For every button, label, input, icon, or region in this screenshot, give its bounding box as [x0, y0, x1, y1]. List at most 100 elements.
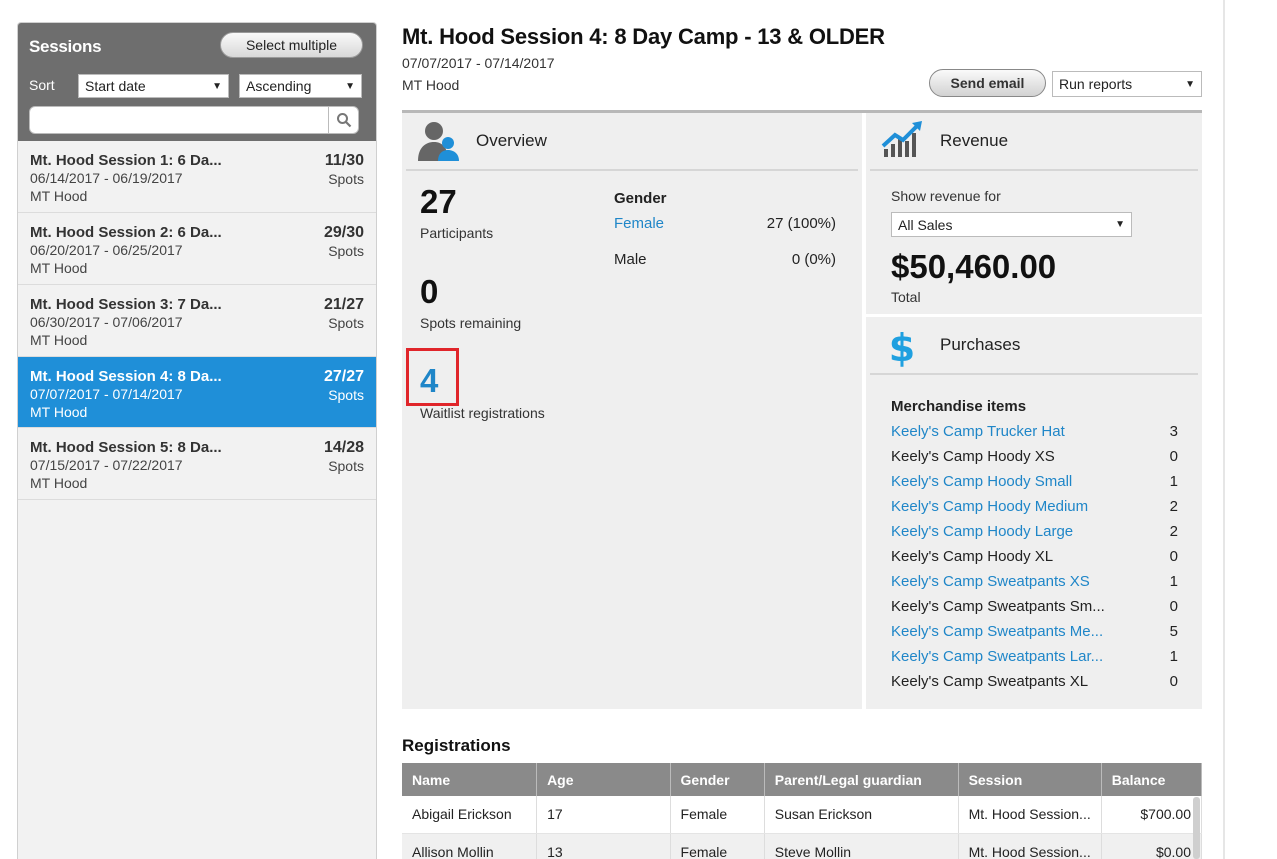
session-location: MT Hood: [30, 260, 88, 276]
merchandise-item-qty: 1: [1169, 648, 1178, 665]
waitlist-count-link[interactable]: 4: [420, 362, 438, 400]
sidebar-title: Sessions: [29, 37, 102, 56]
merchandise-row: Keely's Camp Hoody Large 2: [891, 521, 1179, 546]
run-reports-value: Run reports: [1059, 76, 1133, 92]
session-item[interactable]: Mt. Hood Session 5: 8 Da... 07/15/2017 -…: [18, 428, 376, 500]
merchandise-item-link[interactable]: Keely's Camp Hoody Medium: [891, 496, 1088, 521]
session-item-selected[interactable]: Mt. Hood Session 4: 8 Da... 07/07/2017 -…: [18, 357, 376, 428]
session-location: MT Hood: [30, 404, 88, 420]
female-link[interactable]: Female: [614, 215, 664, 232]
gender-title: Gender: [614, 190, 667, 207]
merchandise-item-qty: 0: [1169, 673, 1178, 690]
merchandise-row: Keely's Camp Hoody Small 1: [891, 471, 1179, 496]
session-location: MT Hood: [402, 77, 460, 93]
column-header-gender[interactable]: Gender: [670, 763, 765, 796]
session-count: 21/27: [323, 296, 364, 313]
merchandise-row: Keely's Camp Hoody XS 0: [891, 446, 1179, 471]
session-dates: 07/07/2017 - 07/14/2017: [30, 386, 183, 402]
session-dates: 06/30/2017 - 07/06/2017: [30, 314, 183, 330]
table-row: Allison Mollin 13 Female Steve Mollin Mt…: [402, 833, 1203, 859]
run-reports-select[interactable]: Run reports ▼: [1052, 71, 1202, 97]
page-title: Mt. Hood Session 4: 8 Day Camp - 13 & OL…: [402, 24, 885, 49]
session-dates: 07/15/2017 - 07/22/2017: [30, 457, 183, 473]
guardian-name-link[interactable]: Steve Mollin: [764, 833, 959, 859]
registrant-name-link[interactable]: Abigail Erickson: [402, 796, 538, 834]
sort-label: Sort: [29, 77, 55, 93]
merchandise-item-link[interactable]: Keely's Camp Hoody Small: [891, 471, 1072, 496]
send-email-button[interactable]: Send email: [929, 69, 1046, 97]
column-header-age[interactable]: Age: [536, 763, 671, 796]
sessions-sidebar: Sessions Select multiple Sort Start date…: [17, 22, 377, 859]
session-item[interactable]: Mt. Hood Session 1: 6 Da... 06/14/2017 -…: [18, 141, 376, 213]
session-name: Mt. Hood Session 5: 8 Da...: [30, 439, 222, 456]
session-name: Mt. Hood Session 1: 6 Da...: [30, 152, 222, 169]
column-header-name[interactable]: Name: [402, 763, 538, 796]
registrant-age: 17: [536, 796, 671, 834]
waitlist-label: Waitlist registrations: [420, 405, 545, 421]
registrant-session: Mt. Hood Session...: [958, 833, 1102, 859]
column-header-guardian[interactable]: Parent/Legal guardian: [764, 763, 959, 796]
registrant-name-link[interactable]: Allison Mollin: [402, 833, 538, 859]
session-search-input[interactable]: [29, 106, 359, 134]
registrations-table: Name Age Gender Parent/Legal guardian Se…: [402, 763, 1203, 859]
sort-by-value: Start date: [85, 78, 146, 94]
merchandise-item-qty: 1: [1169, 473, 1178, 490]
merchandise-item-qty: 1: [1169, 573, 1178, 590]
gender-row-male: Male 0 (0%): [614, 251, 836, 268]
overview-header: Overview: [406, 113, 858, 171]
guardian-name-link[interactable]: Susan Erickson: [764, 796, 959, 834]
purchases-title: Purchases: [940, 335, 1021, 354]
spots-remaining-count: 0: [420, 273, 439, 310]
merchandise-row: Keely's Camp Sweatpants Me... 5: [891, 621, 1179, 646]
merchandise-item-name: Keely's Camp Hoody XS: [891, 448, 1055, 465]
purchases-header: $ Purchases: [870, 317, 1198, 375]
session-name: Mt. Hood Session 2: 6 Da...: [30, 224, 222, 241]
sort-order-value: Ascending: [246, 78, 312, 94]
session-location: MT Hood: [30, 475, 88, 491]
session-location: MT Hood: [30, 332, 88, 348]
male-value: 0 (0%): [791, 251, 836, 268]
merchandise-item-qty: 0: [1169, 448, 1178, 465]
table-scrollbar[interactable]: [1193, 797, 1200, 859]
merchandise-item-name: Keely's Camp Sweatpants XL: [891, 673, 1089, 690]
merchandise-item-name: Keely's Camp Hoody XL: [891, 548, 1054, 565]
dropdown-arrow-icon: ▼: [1185, 78, 1195, 90]
select-multiple-button[interactable]: Select multiple: [220, 32, 363, 58]
session-item[interactable]: Mt. Hood Session 2: 6 Da... 06/20/2017 -…: [18, 213, 376, 285]
merchandise-item-link[interactable]: Keely's Camp Sweatpants XS: [891, 571, 1090, 596]
page-edge-divider: [1223, 0, 1225, 859]
column-header-session[interactable]: Session: [958, 763, 1102, 796]
registrant-balance: $0.00: [1101, 833, 1203, 859]
merchandise-item-link[interactable]: Keely's Camp Sweatpants Me...: [891, 621, 1103, 646]
registrant-gender: Female: [670, 833, 765, 859]
session-name: Mt. Hood Session 4: 8 Da...: [30, 368, 222, 385]
svg-text:$: $: [889, 326, 915, 367]
overview-title: Overview: [476, 131, 547, 150]
merchandise-item-link[interactable]: Keely's Camp Sweatpants Lar...: [891, 646, 1103, 671]
revenue-filter-select[interactable]: All Sales ▼: [891, 212, 1132, 237]
participants-label: Participants: [420, 225, 494, 241]
dropdown-arrow-icon: ▼: [1115, 219, 1125, 230]
merchandise-item-link[interactable]: Keely's Camp Trucker Hat: [891, 421, 1065, 446]
merchandise-row: Keely's Camp Hoody Medium 2: [891, 496, 1179, 521]
sort-by-select[interactable]: Start date ▼: [78, 74, 229, 98]
search-icon: [336, 113, 351, 128]
merchandise-item-qty: 0: [1169, 548, 1178, 565]
merchandise-row: Keely's Camp Hoody XL 0: [891, 546, 1179, 571]
merchandise-row: Keely's Camp Sweatpants XL 0: [891, 671, 1179, 696]
session-dates: 06/20/2017 - 06/25/2017: [30, 242, 183, 258]
session-item[interactable]: Mt. Hood Session 3: 7 Da... 06/30/2017 -…: [18, 285, 376, 357]
users-icon: [418, 122, 459, 161]
revenue-title: Revenue: [940, 131, 1009, 150]
session-count: 11/30: [324, 152, 364, 169]
search-button[interactable]: [328, 107, 358, 133]
session-location: MT Hood: [30, 188, 88, 204]
session-count: 14/28: [323, 439, 364, 456]
dropdown-arrow-icon: ▼: [212, 80, 222, 92]
merchandise-item-link[interactable]: Keely's Camp Hoody Large: [891, 521, 1073, 546]
session-spots-label: Spots: [328, 171, 364, 187]
merchandise-row: Keely's Camp Sweatpants XS 1: [891, 571, 1179, 596]
sort-order-select[interactable]: Ascending ▼: [239, 74, 362, 98]
revenue-filter-value: All Sales: [898, 216, 953, 233]
column-header-balance[interactable]: Balance: [1101, 763, 1203, 796]
